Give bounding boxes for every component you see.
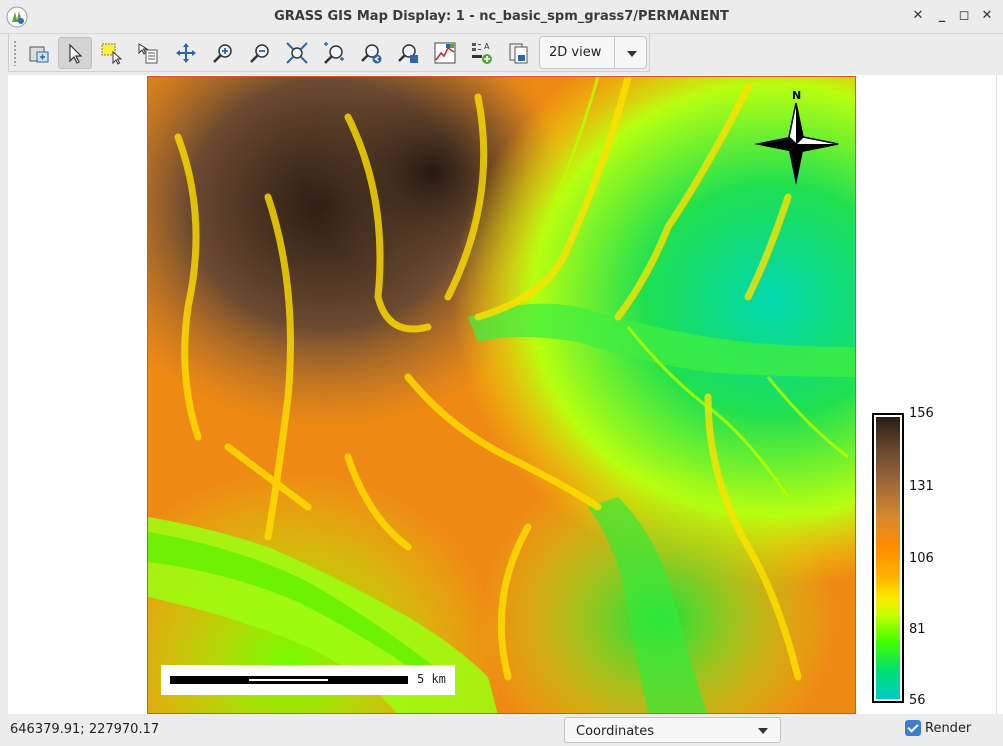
window-title: GRASS GIS Map Display: 1 - nc_basic_spm_… [274,9,729,24]
north-arrow-icon: N [754,89,839,185]
title-bar: GRASS GIS Map Display: 1 - nc_basic_spm_… [0,0,1003,34]
legend-tick: 131 [909,479,934,494]
elevation-legend-bar[interactable] [872,413,904,703]
pointer-button[interactable] [58,37,92,69]
map-display-window: GRASS GIS Map Display: 1 - nc_basic_spm_… [0,0,1003,746]
save-image-button[interactable] [502,37,536,69]
elevation-map-graphic [148,77,855,713]
select-vector-icon [101,43,123,65]
legend-tick: 81 [909,622,926,637]
north-label: N [792,89,801,102]
scale-bar: 5 km [161,665,455,695]
elevation-raster[interactable] [147,76,856,714]
analyze-icon [434,42,456,64]
status-mode-label: Coordinates [576,724,655,739]
zoom-extent-button[interactable] [280,37,314,69]
map-toolbar: A 2D view [8,34,650,72]
decoration-button[interactable]: A [465,37,499,69]
view-mode-separator [614,37,615,68]
zoom-menu-button[interactable] [391,37,425,69]
query-button[interactable] [131,37,165,69]
zoom-in-button[interactable] [206,37,240,69]
zoom-region-icon [324,42,344,64]
svg-text:A: A [484,42,490,51]
status-mode-select[interactable]: Coordinates [564,717,781,743]
close-window-icon[interactable]: ✕ [979,8,995,24]
chevron-down-icon [758,728,768,734]
zoom-out-button[interactable] [243,37,277,69]
pointer-icon [69,43,83,64]
scale-label: 5 km [417,672,446,686]
pan-button[interactable] [169,37,203,69]
scale-bar-graphic [170,676,408,684]
zoom-region-button[interactable] [317,37,351,69]
select-vector-button[interactable] [95,37,129,69]
zoom-back-icon [361,44,382,64]
save-image-icon [509,43,528,64]
view-mode-select[interactable]: 2D view [539,36,647,69]
display-map-icon [29,46,49,63]
status-bar: 646379.91; 227970.17 Coordinates Render [0,714,1003,746]
display-map-button[interactable] [23,37,57,69]
legend-tick: 156 [909,406,934,421]
legend-tick: 106 [909,551,934,566]
query-icon [138,43,158,64]
zoom-out-icon [250,44,269,63]
render-checkbox[interactable] [905,720,921,736]
zoom-back-button[interactable] [354,37,388,69]
analyze-button[interactable] [428,37,462,69]
zoom-in-icon [213,44,232,63]
coordinates-readout: 646379.91; 227970.17 [10,722,160,737]
chevron-down-icon [627,51,637,57]
view-mode-label: 2D view [549,45,602,60]
adjacent-window-edge [996,75,1003,714]
zoom-menu-icon [398,44,418,63]
close-icon[interactable]: ✕ [910,8,926,24]
toolbar-grip[interactable] [13,40,17,66]
minimize-icon[interactable]: _ [934,8,950,24]
render-label: Render [925,721,972,736]
decoration-icon: A [472,42,492,64]
maximize-icon[interactable]: ◻ [956,8,972,24]
legend-gradient [876,417,900,699]
legend-tick: 56 [909,693,926,708]
pan-icon [176,43,196,63]
zoom-extent-icon [286,42,308,64]
